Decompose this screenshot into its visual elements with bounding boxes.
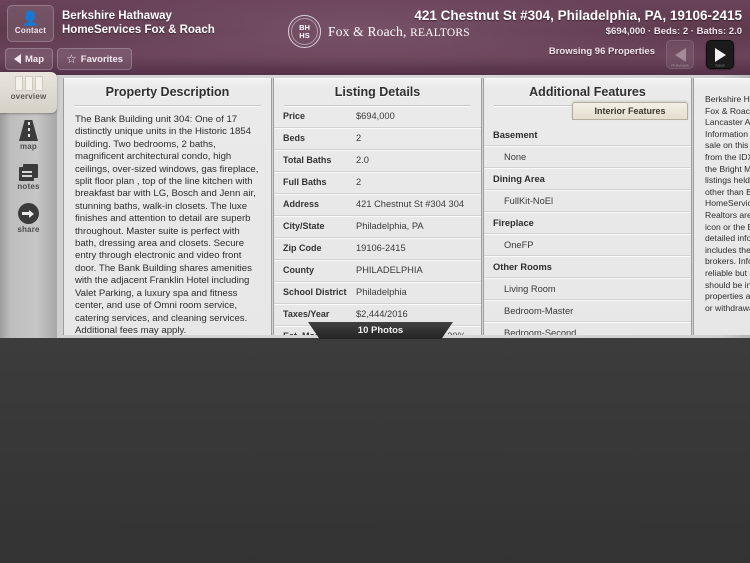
person-icon: 👤 — [21, 10, 40, 26]
feature-item: Bedroom-Master — [484, 300, 691, 322]
contact-button[interactable]: 👤 Contact — [7, 5, 54, 42]
listing-detail-row: Total Baths 2.0 — [274, 150, 481, 172]
rail-item-notes-label: notes — [17, 182, 40, 191]
logo-wordmark: Fox & Roach, REALTORS — [328, 24, 470, 40]
contact-button-label: Contact — [14, 26, 47, 35]
listing-detail-value: 19106-2415 — [356, 243, 406, 253]
listing-detail-key: County — [283, 265, 314, 275]
rail-item-overview[interactable]: overview — [0, 72, 57, 113]
additional-features-panel[interactable]: Additional Features Interior Features Ba… — [483, 78, 692, 335]
listing-detail-value: 2 — [356, 177, 362, 187]
feature-group-label: Dining Area — [484, 168, 691, 190]
back-to-map-button[interactable]: Map — [5, 48, 53, 70]
listing-detail-value: Philadelphia — [356, 287, 407, 297]
notes-icon — [19, 164, 38, 181]
feature-item: OneFP — [484, 234, 691, 256]
listing-detail-key: School District — [283, 287, 347, 297]
feature-group-label: Basement — [484, 124, 691, 146]
listing-detail-row: School District Philadelphia — [274, 282, 481, 304]
listing-detail-row: Price $694,000 — [274, 106, 481, 128]
logo-wordmark-realtors: REALTORS — [410, 26, 470, 39]
listing-detail-value: Philadelphia, PA — [356, 221, 424, 231]
listing-detail-value: 2.0 — [356, 155, 369, 165]
listing-detail-value: 2 — [356, 133, 362, 143]
listing-detail-value: $694,000 — [356, 111, 395, 121]
arrow-left-icon — [14, 54, 21, 64]
listing-details-panel[interactable]: Listing Details Price $694,000 Beds 2 Total … — [273, 78, 482, 335]
additional-features-title: Additional Features — [529, 85, 646, 99]
features-list: Basement None Dining Area FullKit-NoEl Firep… — [484, 124, 691, 335]
photo-strip[interactable] — [0, 338, 750, 563]
chevron-right-icon — [714, 47, 726, 62]
chevron-left-icon — [674, 47, 686, 62]
property-detail-screen: 👤 Contact Berkshire Hathaway HomeService… — [0, 0, 750, 563]
listing-detail-row: City/State Philadelphia, PA — [274, 216, 481, 238]
favorites-button[interactable]: ☆ Favorites — [57, 48, 133, 70]
star-icon: ☆ — [66, 52, 77, 66]
seal-line-2: HS — [299, 30, 310, 40]
rail-item-share[interactable]: share — [0, 200, 57, 234]
next-property-button[interactable]: Next — [706, 40, 734, 69]
listing-detail-row: Address 421 Chestnut St #304 304 — [274, 194, 481, 216]
listing-detail-value: 421 Chestnut St #304 304 — [356, 199, 465, 209]
brand-name: Berkshire Hathaway HomeServices Fox & Ro… — [62, 9, 257, 37]
listing-detail-row: Zip Code 19106-2415 — [274, 238, 481, 260]
rail-item-map[interactable]: map — [0, 117, 57, 151]
rail-item-share-label: share — [17, 225, 40, 234]
disclaimer-panel: Berkshire Hathaway HomeServices Fox & Ro… — [693, 78, 750, 335]
overview-icon — [0, 72, 57, 91]
browsing-count: Browsing 96 Properties — [548, 46, 655, 57]
listing-details-title: Listing Details — [334, 85, 421, 99]
feature-group-label: Fireplace — [484, 212, 691, 234]
listing-detail-key: Taxes/Year — [283, 309, 330, 319]
previous-property-button[interactable]: Previous — [666, 40, 694, 69]
brand-line-2: HomeServices Fox & Roach — [62, 24, 215, 36]
disclaimer-text: Berkshire Hathaway HomeServices Fox & Ro… — [705, 94, 750, 313]
listing-detail-key: Total Baths — [283, 155, 332, 165]
previous-button-label: Previous — [671, 63, 689, 68]
property-description-title: Property Description — [105, 85, 230, 99]
rail-item-overview-label: overview — [10, 92, 47, 101]
tab-interior-features[interactable]: Interior Features — [572, 102, 688, 120]
rail-item-notes[interactable]: notes — [0, 160, 57, 191]
listing-detail-key: City/State — [283, 221, 325, 231]
share-icon — [18, 203, 39, 224]
feature-item: None — [484, 146, 691, 168]
listing-detail-row: Beds 2 — [274, 128, 481, 150]
rail-item-map-label: map — [19, 142, 38, 151]
property-description-body: The Bank Building unit 304: One of 17 di… — [75, 114, 259, 335]
map-icon — [19, 120, 38, 141]
feature-item: FullKit-NoEl — [484, 190, 691, 212]
listing-detail-key: Price — [283, 111, 306, 121]
next-button-label: Next — [715, 63, 725, 68]
seal-line-1: BH — [299, 23, 310, 32]
bhhs-seal-icon: BH HS — [288, 15, 321, 48]
listing-detail-row: Full Baths 2 — [274, 172, 481, 194]
listing-detail-value: PHILADELPHIA — [356, 265, 423, 275]
property-description-panel: Property Description The Bank Building u… — [63, 78, 272, 335]
listing-detail-value: $2,444/2016 — [356, 309, 408, 319]
favorites-button-label: Favorites — [80, 53, 124, 65]
listing-detail-key: Full Baths — [283, 177, 327, 187]
listing-detail-row: County PHILADELPHIA — [274, 260, 481, 282]
listing-detail-key: Address — [283, 199, 320, 209]
map-button-label: Map — [25, 53, 44, 65]
brand-line-1: Berkshire Hathaway — [62, 10, 172, 22]
property-address: 421 Chestnut St #304, Philadelphia, PA, … — [414, 8, 742, 23]
app-header: 👤 Contact Berkshire Hathaway HomeService… — [0, 0, 750, 75]
property-summary: $694,000 · Beds: 2 · Baths: 2.0 — [605, 26, 742, 37]
listing-detail-key: Beds — [283, 133, 306, 143]
feature-item: Living Room — [484, 278, 691, 300]
logo-wordmark-main: Fox & Roach, — [328, 23, 411, 39]
listing-detail-key: Zip Code — [283, 243, 322, 253]
listing-details-list: Price $694,000 Beds 2 Total Baths 2.0 Full Bat… — [274, 106, 481, 335]
feature-item: Bedroom-Second — [484, 322, 691, 335]
photos-count-tab[interactable]: 10 Photos — [308, 322, 453, 339]
feature-group-label: Other Rooms — [484, 256, 691, 278]
section-rail: overview map notes share — [0, 72, 57, 338]
